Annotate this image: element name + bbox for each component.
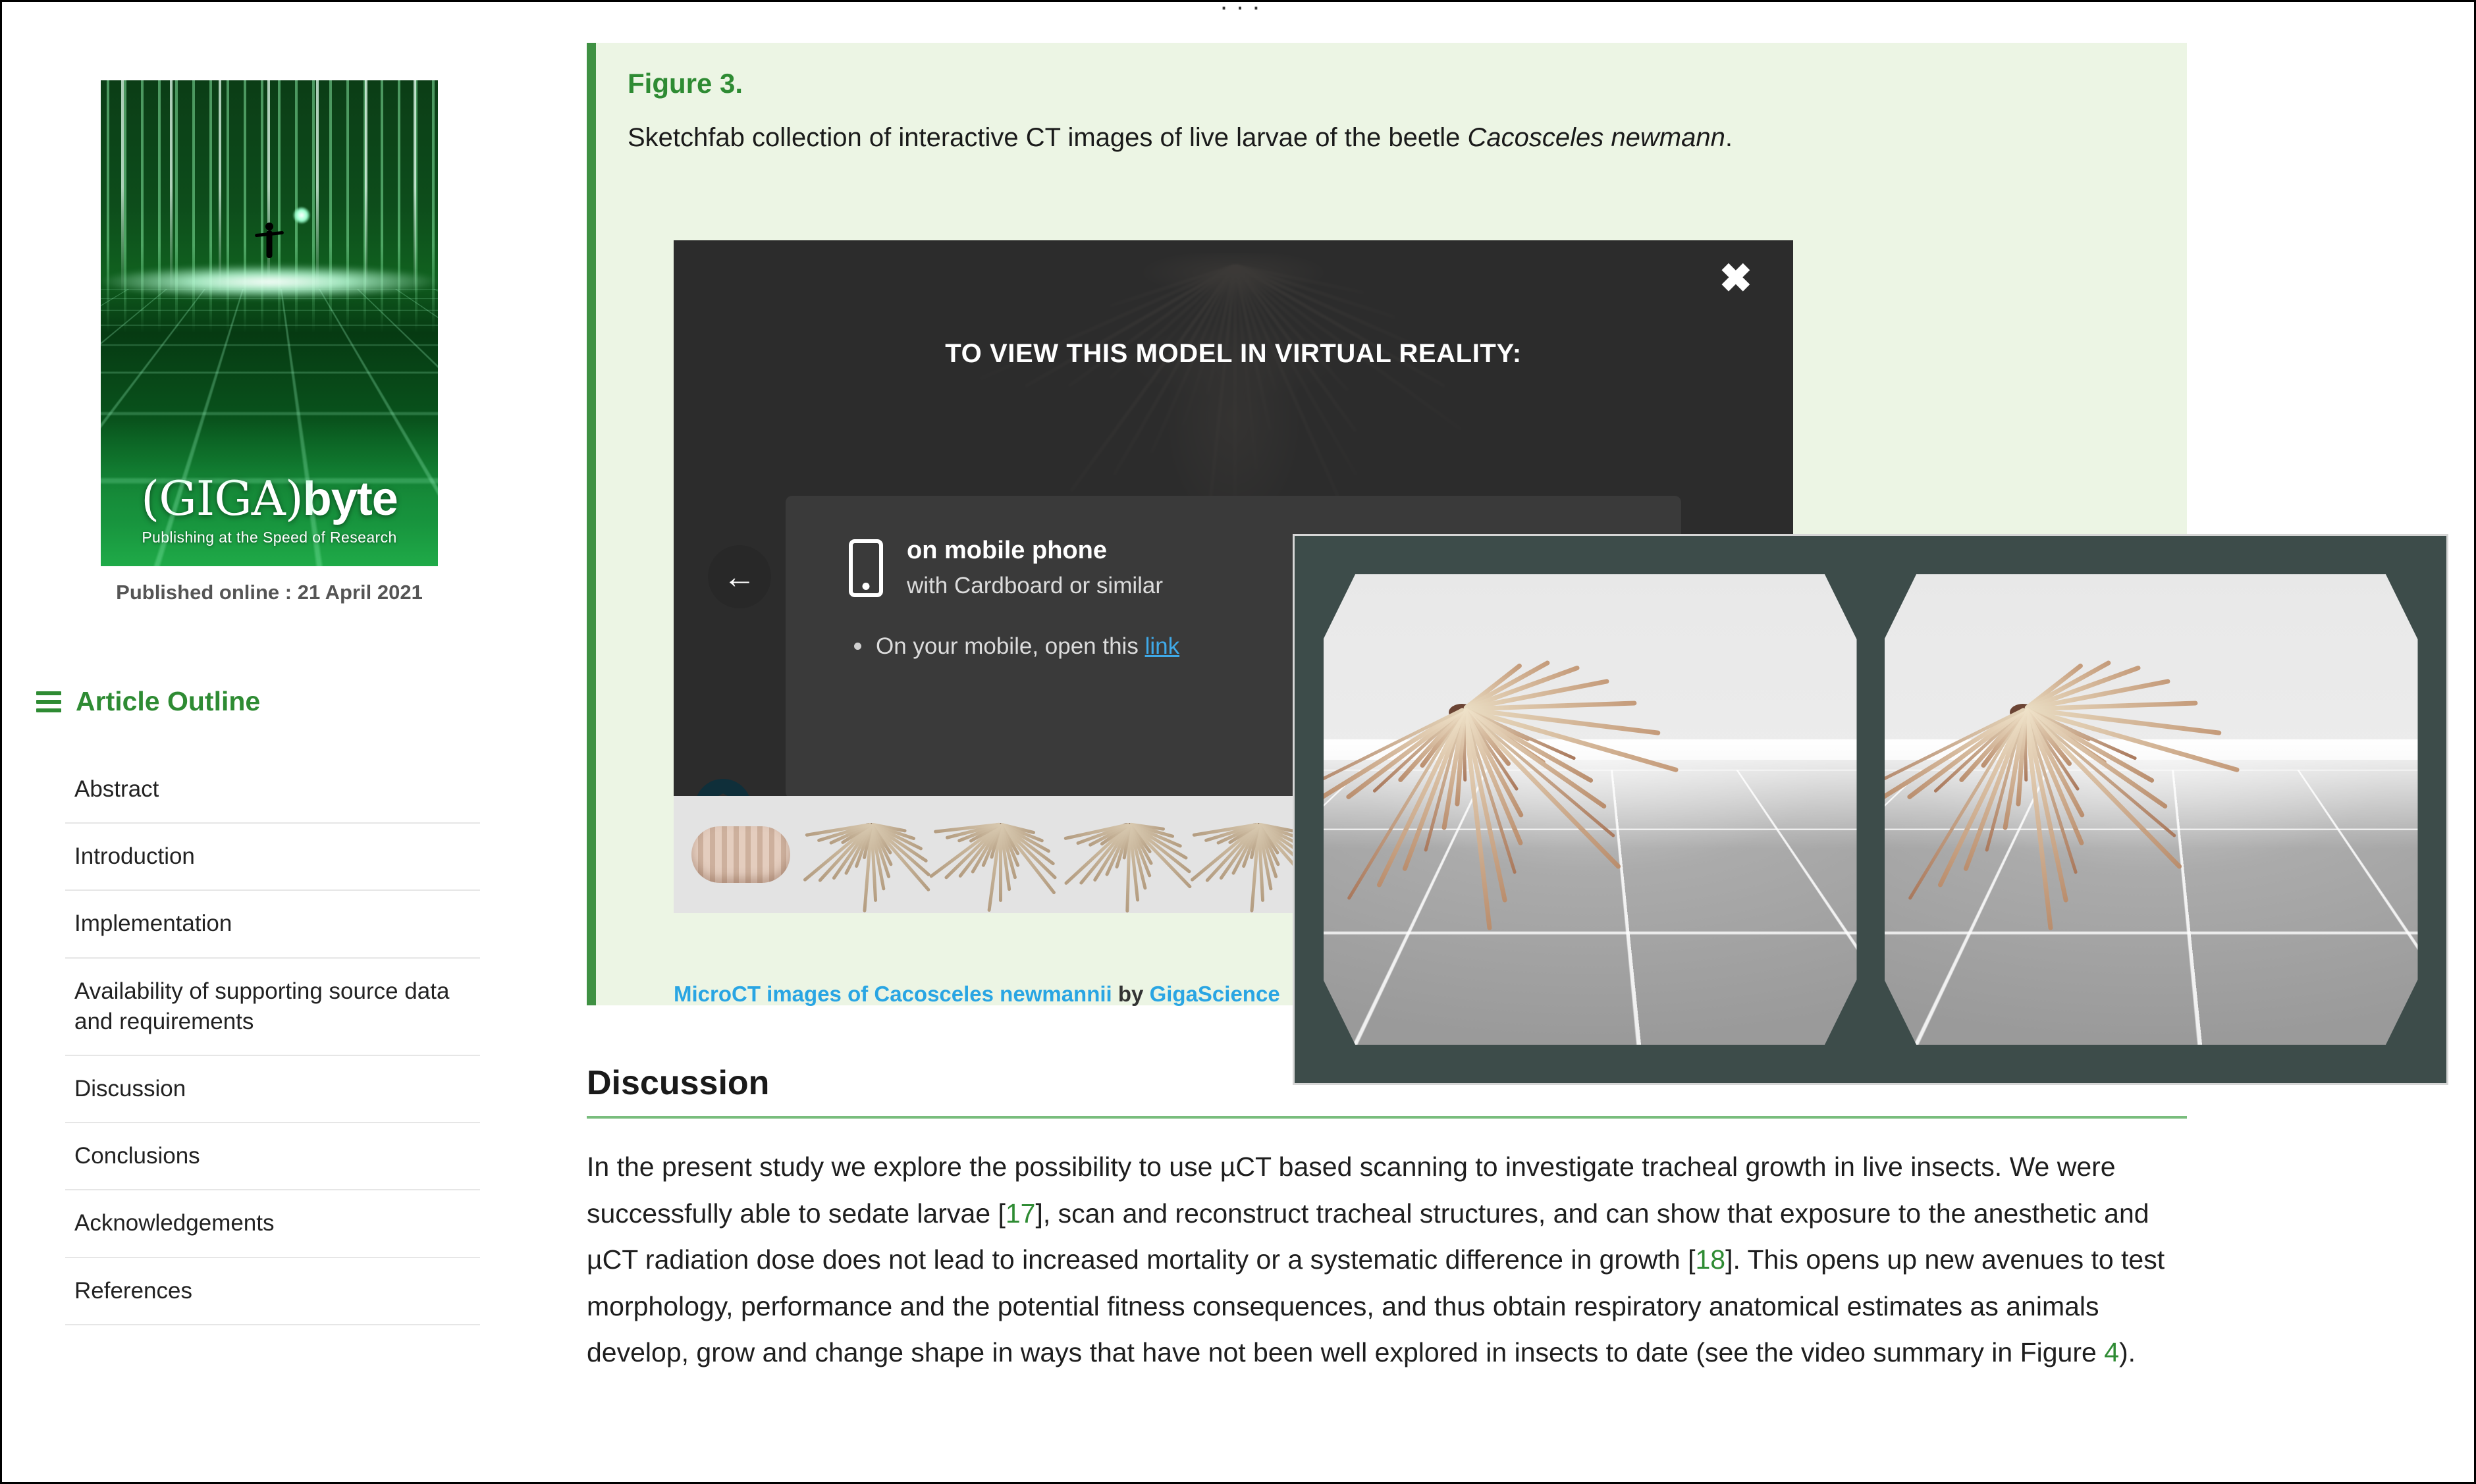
cover-branding: (GIGA)byte Publishing at the Speed of Re… [101,471,438,546]
model-title-link[interactable]: MicroCT images of Cacosceles newmannii [674,982,1112,1006]
tracheal-thumbnail-image [1063,808,1193,913]
sidebar-item-introduction[interactable]: Introduction [65,824,480,891]
model-attribution: MicroCT images of Cacosceles newmannii b… [674,982,1280,1007]
stereoscopic-vr-screenshot[interactable] [1293,534,2448,1085]
model-thumbnail[interactable] [1063,797,1193,913]
vr-eye-view [1884,574,2418,1045]
model-thumbnail[interactable] [802,797,934,913]
sidebar-item-acknowledgements[interactable]: Acknowledgements [65,1190,480,1258]
vr-mobile-link[interactable]: link [1145,633,1180,659]
tracheal-thumbnail-image [928,808,1058,913]
larva-thumbnail-image [691,826,790,883]
figure-caption-lead: Sketchfab collection of interactive CT i… [628,123,1468,152]
cover-horizon-glow [101,265,438,300]
published-date: Published online : 21 April 2021 [116,581,423,604]
figure-caption-species: Cacosceles newmann [1467,123,1725,152]
model-thumbnail[interactable] [928,797,1063,913]
tracheal-thumbnail-image [1189,808,1318,913]
bullet-dot-icon [854,643,861,650]
model-thumbnail[interactable] [676,797,805,913]
cover-human-silhouette [254,221,284,261]
citation-link[interactable]: 18 [1695,1244,1725,1275]
clipped-top-text: · · · [2,2,2474,11]
vr-bullet-text: On your mobile, open this [876,633,1145,659]
article-outline-title: Article Outline [76,686,261,716]
cover-logo-sub: byte [302,473,398,525]
discussion-paragraph: In the present study we explore the poss… [587,1144,2167,1376]
tracheal-3d-model [1884,660,2240,979]
hamburger-icon[interactable] [36,691,61,712]
thumbnail-prev-button[interactable]: ← [708,545,771,608]
article-sidebar: (GIGA)byte Publishing at the Speed of Re… [2,11,537,1482]
vr-dialog-title: TO VIEW THIS MODEL IN VIRTUAL REALITY: [945,339,1522,368]
sidebar-item-abstract[interactable]: Abstract [65,756,480,824]
sidebar-item-discussion[interactable]: Discussion [65,1056,480,1124]
vr-device-title: on mobile phone [907,537,1107,564]
model-author-link[interactable]: GigaScience [1150,982,1280,1006]
tracheal-thumbnail-image [802,808,931,913]
journal-cover: (GIGA)byte Publishing at the Speed of Re… [101,80,438,566]
tracheal-3d-model [1323,660,1679,979]
page-root: · · · (GIGA)byte Publishing at the [0,0,2476,1484]
citation-link[interactable]: 17 [1006,1198,1036,1229]
sidebar-item-availability[interactable]: Availability of supporting source data a… [65,959,480,1056]
mobile-phone-icon [849,539,883,597]
sidebar-item-conclusions[interactable]: Conclusions [65,1123,480,1191]
article-outline-header[interactable]: Article Outline [36,686,537,717]
paragraph-text: ). [2119,1337,2136,1368]
sidebar-item-implementation[interactable]: Implementation [65,891,480,959]
article-outline-list: Abstract Introduction Implementation Ava… [65,756,480,1325]
cover-logo-main: (GIGA) [141,471,304,526]
citation-link[interactable]: 4 [2104,1337,2119,1367]
vr-device-subtitle: with Cardboard or similar [907,573,1164,598]
cover-tagline: Publishing at the Speed of Research [142,529,397,546]
vr-eye-view [1323,574,1857,1045]
figure-caption-end: . [1725,123,1733,152]
figure-label: Figure 3. [628,68,743,99]
figure-caption: Sketchfab collection of interactive CT i… [628,120,2187,155]
attribution-by: by [1112,982,1150,1006]
cover-light-orb [292,206,310,224]
close-icon[interactable]: ✖ [1719,259,1752,298]
sidebar-item-references[interactable]: References [65,1258,480,1325]
